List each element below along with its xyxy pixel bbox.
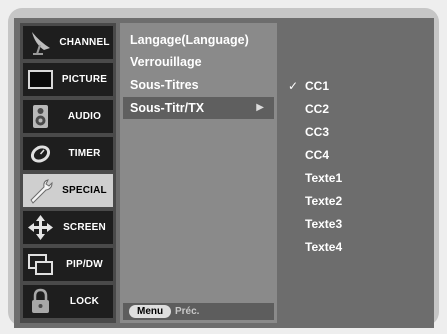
menu-item-subtitles[interactable]: Sous-Titres bbox=[123, 74, 274, 96]
sidebar-item-label: TIMER bbox=[68, 148, 101, 159]
menu-item-label: Langage(Language) bbox=[130, 33, 249, 47]
pip-windows-icon bbox=[26, 250, 55, 279]
menu-item-subtitle-tx[interactable]: Sous-Titr/TX ▶ bbox=[123, 97, 274, 119]
submenu-item-texte4[interactable]: Texte4 bbox=[284, 236, 424, 258]
sidebar-item-special[interactable]: SPECIAL bbox=[23, 174, 113, 207]
menu-item-label: Verrouillage bbox=[130, 55, 202, 69]
sidebar-item-picture[interactable]: PICTURE bbox=[23, 63, 113, 96]
move-arrows-icon bbox=[26, 213, 55, 242]
tv-screen-icon bbox=[26, 65, 55, 94]
menu-key-button[interactable]: Menu bbox=[129, 305, 172, 318]
sidebar-item-channel[interactable]: CHANNEL bbox=[23, 26, 113, 59]
checkmark-icon: ✓ bbox=[288, 79, 299, 93]
sidebar-item-screen[interactable]: SCREEN bbox=[23, 211, 113, 244]
clock-icon bbox=[26, 139, 55, 168]
submenu-item-texte2[interactable]: Texte2 bbox=[284, 190, 424, 212]
wrench-icon bbox=[26, 176, 55, 205]
submenu-item-cc3[interactable]: CC3 bbox=[284, 121, 424, 143]
sidebar-item-label: PICTURE bbox=[61, 74, 108, 85]
menu-item-label: Sous-Titr/TX bbox=[130, 101, 205, 115]
padlock-icon bbox=[26, 287, 55, 316]
submenu-item-texte1[interactable]: Texte1 bbox=[284, 167, 424, 189]
sidebar-item-timer[interactable]: TIMER bbox=[23, 137, 113, 170]
previous-label: Préc. bbox=[175, 306, 200, 317]
sidebar-item-pip-dw[interactable]: PIP/DW bbox=[23, 248, 113, 281]
submenu-item-label: Texte1 bbox=[305, 171, 343, 185]
category-sidebar: CHANNEL PICTURE AUDIO TIMER SPECIAL SCRE… bbox=[20, 23, 116, 323]
submenu-item-label: Texte4 bbox=[305, 240, 343, 254]
satellite-dish-icon bbox=[26, 28, 55, 57]
menu-item-language[interactable]: Langage(Language) bbox=[123, 29, 274, 51]
menu-item-lock[interactable]: Verrouillage bbox=[123, 51, 274, 73]
speaker-icon bbox=[26, 102, 55, 131]
sidebar-item-label: AUDIO bbox=[67, 111, 102, 122]
submenu-item-cc4[interactable]: CC4 bbox=[284, 144, 424, 166]
sidebar-item-audio[interactable]: AUDIO bbox=[23, 100, 113, 133]
sidebar-item-label: SCREEN bbox=[63, 222, 106, 233]
submenu-item-label: Texte2 bbox=[305, 194, 343, 208]
sidebar-item-label: PIP/DW bbox=[66, 259, 103, 270]
sidebar-item-label: CHANNEL bbox=[59, 37, 110, 48]
sidebar-item-label: SPECIAL bbox=[62, 185, 107, 196]
menu-item-label: Sous-Titres bbox=[130, 78, 199, 92]
sidebar-item-lock[interactable]: LOCK bbox=[23, 285, 113, 318]
special-menu-panel: Langage(Language) Verrouillage Sous-Titr… bbox=[120, 23, 277, 323]
menu-footer: Menu Préc. bbox=[123, 303, 274, 320]
osd-menu-frame: CHANNEL PICTURE AUDIO TIMER SPECIAL SCRE… bbox=[14, 18, 434, 328]
submenu-item-texte3[interactable]: Texte3 bbox=[284, 213, 424, 235]
submenu-item-label: Texte3 bbox=[305, 217, 343, 231]
caption-submenu: ✓ CC1 CC2 CC3 CC4 Texte1 Texte2 Texte3 T… bbox=[280, 23, 430, 323]
submenu-item-label: CC3 bbox=[305, 125, 330, 139]
submenu-item-label: CC1 bbox=[305, 79, 330, 93]
submenu-arrow-icon: ▶ bbox=[256, 102, 264, 113]
submenu-item-label: CC2 bbox=[305, 102, 330, 116]
sidebar-item-label: LOCK bbox=[69, 296, 100, 307]
submenu-item-cc1[interactable]: ✓ CC1 bbox=[284, 75, 424, 97]
submenu-item-label: CC4 bbox=[305, 148, 330, 162]
submenu-item-cc2[interactable]: CC2 bbox=[284, 98, 424, 120]
